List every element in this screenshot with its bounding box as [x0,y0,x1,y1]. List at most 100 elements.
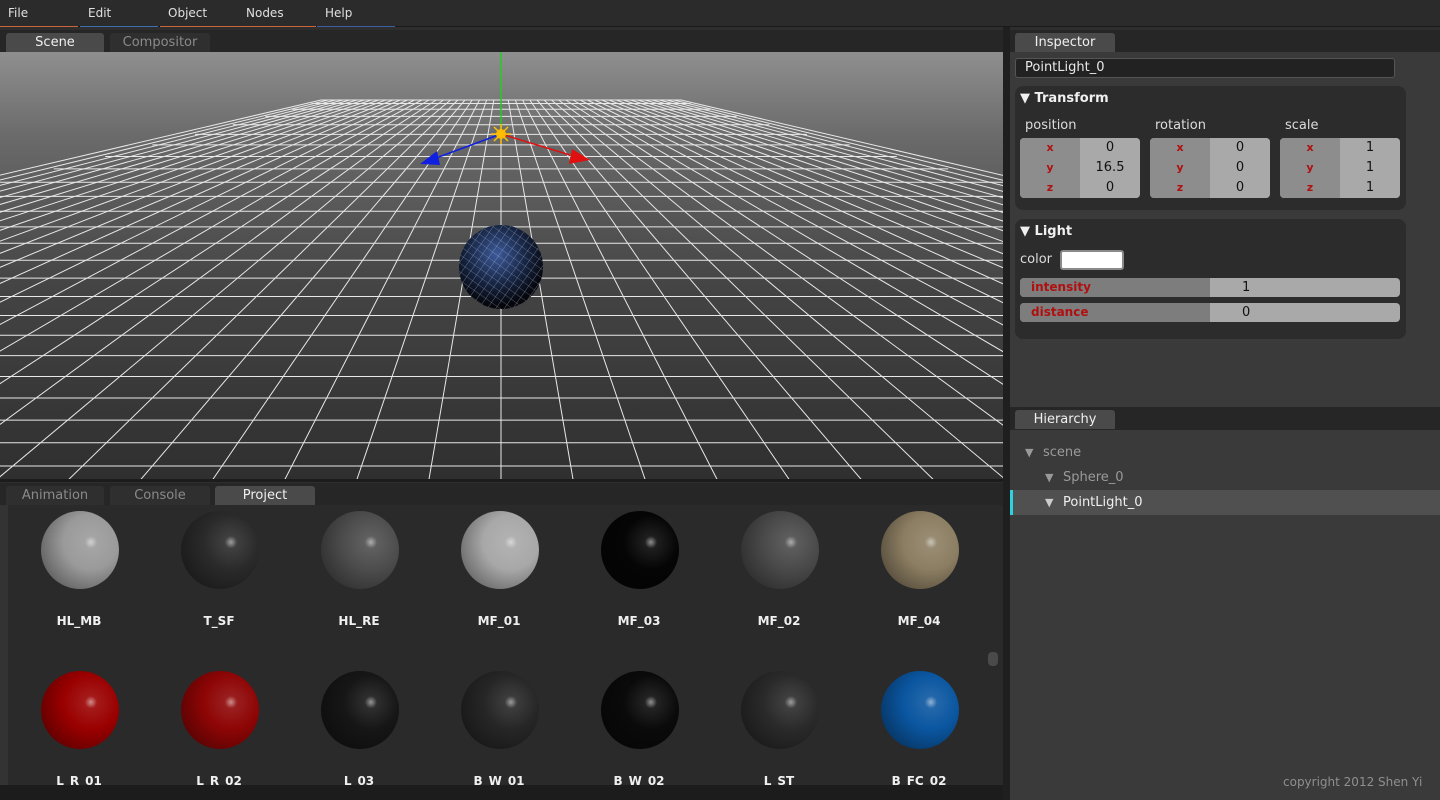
expand-triangle-icon[interactable]: ▼ [1025,440,1043,465]
tab-project[interactable]: Project [215,486,315,505]
material-preview-sphere [181,671,259,749]
grid-line [0,99,408,284]
point-light-icon[interactable] [491,124,511,144]
light-header[interactable]: ▼ Light [1020,224,1072,239]
material-item[interactable]: L_ST [709,665,849,785]
panel-divider[interactable] [1003,27,1010,800]
grid-line [0,99,379,231]
scene-viewport[interactable] [0,52,1003,482]
hierarchy-node-sphere[interactable]: ▼ Sphere_0 [1045,465,1124,490]
inspector-tabs: Inspector [1010,30,1440,52]
light-title: Light [1034,224,1073,239]
sphere-mesh[interactable] [459,225,543,309]
transform-title: Transform [1034,91,1109,106]
material-preview-sphere [461,511,539,589]
grid-line [623,99,1003,232]
rotation-y-axis-label: y [1150,158,1210,178]
project-scrollbar[interactable] [988,652,998,666]
scale-x-input[interactable]: 1 [1340,138,1400,158]
grid-line [0,99,401,268]
material-item[interactable]: MF_03 [569,505,709,645]
intensity-slider[interactable]: intensity 1 [1020,278,1400,297]
material-preview-sphere [41,511,119,589]
position-x-input[interactable]: 0 [1080,138,1140,158]
position-y-input[interactable]: 16.5 [1080,158,1140,178]
tab-inspector[interactable]: Inspector [1015,33,1115,52]
material-item[interactable]: MF_04 [849,505,989,645]
material-label: MF_01 [477,614,521,628]
material-label: HL_MB [56,614,102,628]
grid-line [666,99,1003,187]
hierarchy-node-pointlight[interactable]: ▼ PointLight_0 [1045,490,1143,515]
scale-y-input[interactable]: 1 [1340,158,1400,178]
material-item[interactable]: HL_MB [9,505,149,645]
hierarchy-node-scene[interactable]: ▼ scene [1025,440,1081,465]
transform-gizmo[interactable] [420,52,590,165]
tab-compositor[interactable]: Compositor [110,33,210,52]
hierarchy-node-label: PointLight_0 [1063,495,1143,510]
menu-bar: File Edit Object Nodes Help [0,0,1440,27]
menu-edit-underline [80,26,158,27]
position-z-axis-label: z [1020,178,1080,198]
position-z-input[interactable]: 0 [1080,178,1140,198]
material-item[interactable]: MF_01 [429,505,569,645]
expand-triangle-icon[interactable]: ▼ [1045,490,1063,515]
menu-help[interactable]: Help [317,0,395,27]
grid-line [356,99,488,479]
rotation-y-input[interactable]: 0 [1210,158,1270,178]
tab-hierarchy[interactable]: Hierarchy [1015,410,1115,429]
material-preview-sphere [881,511,959,589]
menu-file-underline [0,26,78,27]
material-item[interactable]: B_W_02 [569,665,709,785]
material-label: L_R_01 [56,774,102,785]
menu-file-label: File [8,6,29,20]
grid-line [558,99,1003,426]
menu-object[interactable]: Object [160,0,238,27]
position-vector: x0 y 16.5 z0 [1020,138,1140,198]
menu-nodes[interactable]: Nodes [238,0,316,27]
scale-z-axis-label: z [1280,178,1340,198]
scene-grid [0,52,1003,479]
material-item[interactable]: L_R_02 [149,665,289,785]
gizmo-z-arrow[interactable] [420,151,440,165]
material-preview-sphere [741,671,819,749]
grid-line [284,99,480,479]
grid-line [0,99,451,478]
material-label: B_W_02 [613,774,665,785]
project-panel: HL_MB T_SF HL_RE MF_01 MF_03 MF_02 MF_04 L_R_01… [0,505,1003,785]
material-item[interactable]: HL_RE [289,505,429,645]
rotation-x-axis-label: x [1150,138,1210,158]
grid-line [565,99,1003,385]
rotation-x-input[interactable]: 0 [1210,138,1270,158]
rotation-z-input[interactable]: 0 [1210,178,1270,198]
object-name-field[interactable]: PointLight_0 [1015,58,1395,78]
grid-line [551,99,1003,479]
material-item[interactable]: L_03 [289,665,429,785]
distance-value[interactable]: 0 [1210,303,1400,322]
tab-console[interactable]: Console [110,486,210,505]
menu-object-underline [160,26,238,27]
transform-header[interactable]: ▼ Transform [1020,91,1109,106]
menu-edit[interactable]: Edit [80,0,158,27]
tab-scene[interactable]: Scene [6,33,104,52]
tab-animation[interactable]: Animation [6,486,104,505]
material-item[interactable]: L_R_01 [9,665,149,785]
material-item[interactable]: T_SF [149,505,289,645]
light-color-swatch[interactable] [1060,250,1124,270]
distance-slider[interactable]: distance 0 [1020,303,1400,322]
hierarchy-tabs: Hierarchy [1010,407,1440,430]
material-label: B_W_01 [473,774,525,785]
scale-z-input[interactable]: 1 [1340,178,1400,198]
material-preview-sphere [461,671,539,749]
menu-file[interactable]: File [0,0,78,27]
material-label: L_03 [343,774,375,785]
menu-nodes-label: Nodes [246,6,284,20]
material-item[interactable]: MF_02 [709,505,849,645]
material-item[interactable]: B_W_01 [429,665,569,785]
intensity-value[interactable]: 1 [1210,278,1400,297]
material-label: L_ST [763,774,795,785]
grid-line [659,99,1003,192]
expand-triangle-icon[interactable]: ▼ [1045,465,1063,490]
material-item[interactable]: B_FC_02 [849,665,989,785]
material-label: MF_02 [757,614,801,628]
